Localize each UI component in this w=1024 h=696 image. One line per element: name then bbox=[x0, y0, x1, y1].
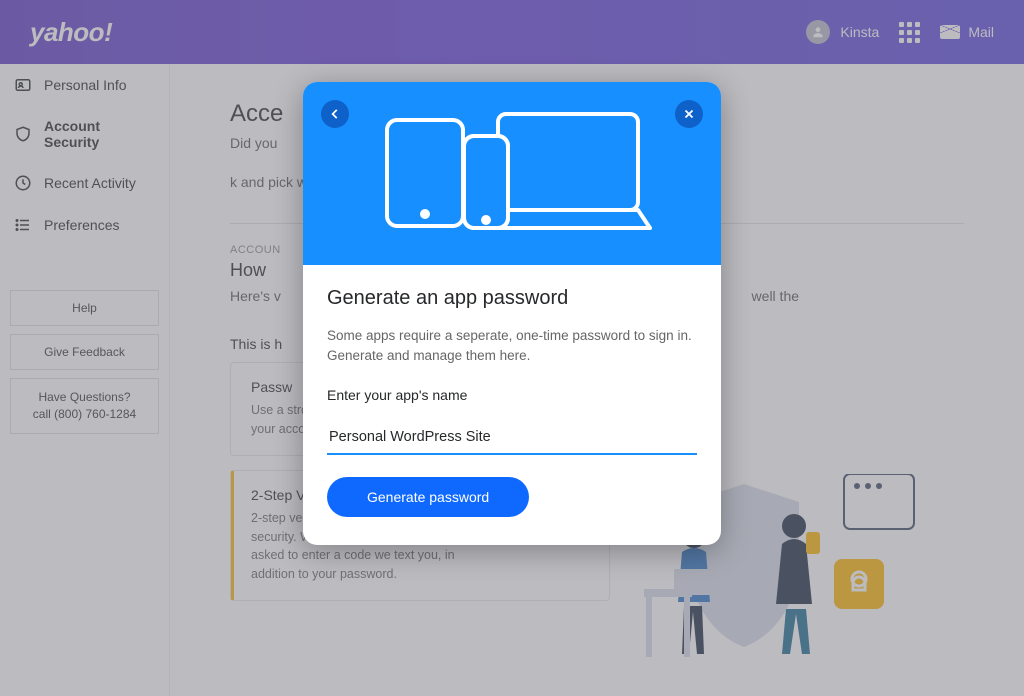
close-button[interactable] bbox=[675, 100, 703, 128]
back-button[interactable] bbox=[321, 100, 349, 128]
modal-title: Generate an app password bbox=[327, 287, 697, 310]
app-name-input[interactable] bbox=[327, 423, 697, 455]
devices-icon bbox=[372, 104, 652, 244]
modal-input-label: Enter your app's name bbox=[327, 387, 697, 403]
modal-hero bbox=[303, 82, 721, 265]
app-password-modal: Generate an app password Some apps requi… bbox=[303, 82, 721, 545]
generate-password-button[interactable]: Generate password bbox=[327, 477, 529, 517]
modal-description: Some apps require a seperate, one-time p… bbox=[327, 326, 697, 367]
modal-overlay[interactable]: Generate an app password Some apps requi… bbox=[0, 0, 1024, 696]
